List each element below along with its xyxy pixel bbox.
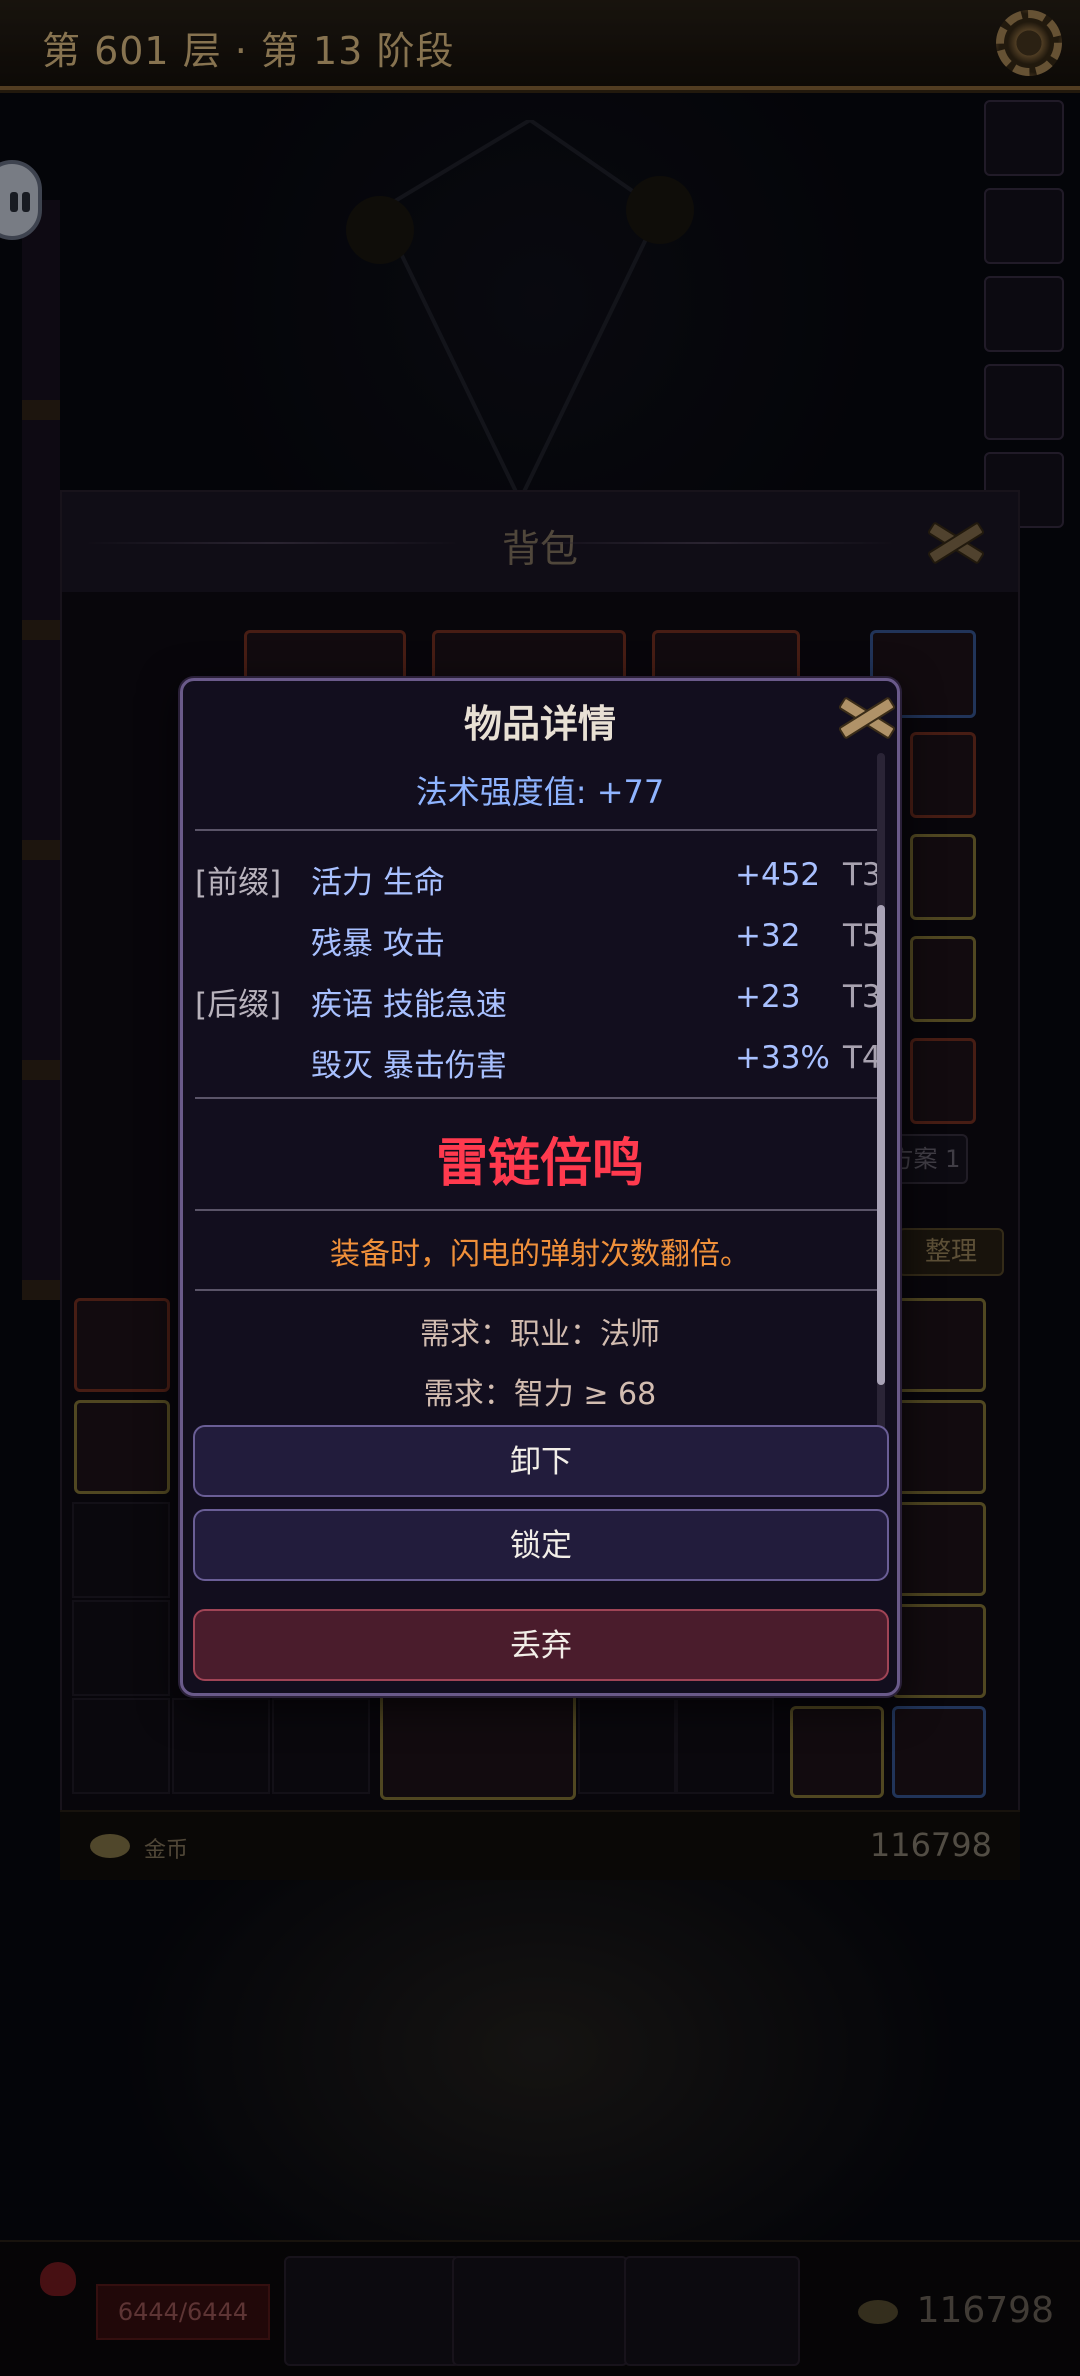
unique-item-name: 雷链倍鸣 xyxy=(435,1134,644,1194)
unique-effect-text: 装备时，闪电的弹射次数翻倍。 xyxy=(330,1237,750,1272)
affix-row: 残暴 攻击 +32 T5 xyxy=(195,908,885,968)
scrollbar-thumb[interactable] xyxy=(877,905,885,1385)
affix-value: +32 xyxy=(735,918,801,954)
affix-tag: [后缀] xyxy=(195,987,282,1023)
spell-power-stat: 法术强度值: +77 xyxy=(415,773,665,811)
affix-tier: T3 xyxy=(843,857,882,893)
requirement-intelligence: 需求：智力 ≥ 68 xyxy=(423,1377,657,1412)
affix-name: 疾语 技能急速 xyxy=(311,987,507,1023)
affix-row: 毁灭 暴击伤害 +33% T4 xyxy=(195,1030,885,1090)
affix-name: 活力 生命 xyxy=(311,865,445,901)
affix-tag: [前缀] xyxy=(195,865,282,901)
requirement-class: 需求：职业：法师 xyxy=(420,1317,660,1352)
affix-name: 毁灭 暴击伤害 xyxy=(311,1048,507,1084)
lock-button[interactable]: 锁定 xyxy=(193,1509,889,1581)
divider xyxy=(195,829,885,831)
unequip-button[interactable]: 卸下 xyxy=(193,1425,889,1497)
discard-button[interactable]: 丢弃 xyxy=(193,1609,889,1681)
divider xyxy=(195,1097,885,1099)
item-detail-dialog: 物品详情 法术强度值: +77 [前缀] 活力 生命 +452 T3 残暴 攻击… xyxy=(180,678,900,1696)
dialog-title: 物品详情 xyxy=(463,702,616,746)
affix-tier: T3 xyxy=(843,979,882,1015)
close-icon[interactable] xyxy=(833,691,897,741)
affix-row: [前缀] 活力 生命 +452 T3 xyxy=(195,847,885,907)
affix-value: +452 xyxy=(735,857,821,893)
affix-value: +33% xyxy=(735,1040,830,1076)
affix-tier: T5 xyxy=(843,918,882,954)
divider xyxy=(195,1209,885,1211)
affix-row: [后缀] 疾语 技能急速 +23 T3 xyxy=(195,969,885,1029)
affix-value: +23 xyxy=(735,979,801,1015)
affix-tier: T4 xyxy=(843,1040,882,1076)
affix-name: 残暴 攻击 xyxy=(311,926,445,962)
divider xyxy=(195,1289,885,1291)
